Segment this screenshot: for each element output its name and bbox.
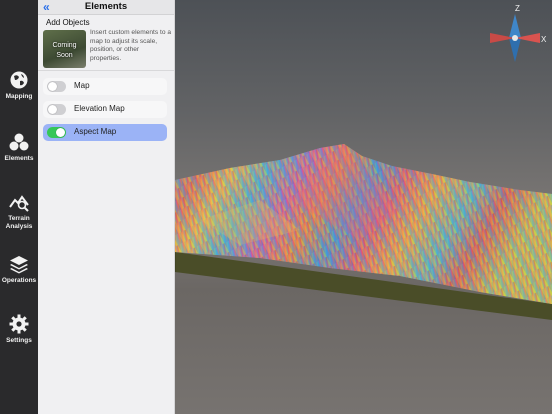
rail-item-elements[interactable]: Elements	[0, 132, 38, 163]
z-axis-up-icon	[509, 14, 521, 38]
globe-icon	[10, 71, 28, 89]
rail-label-elements: Elements	[4, 155, 34, 162]
toggle-row-aspect-map[interactable]: Aspect Map	[43, 124, 167, 141]
layers-icon	[10, 256, 28, 274]
rail-item-settings[interactable]: Settings	[0, 314, 38, 345]
aspect-map-toggle-switch[interactable]	[47, 127, 66, 138]
elevation-map-toggle-label: Elevation Map	[74, 104, 125, 113]
panel-title: Elements	[84, 1, 128, 12]
coming-soon-label: Coming Soon	[52, 42, 77, 59]
z-axis-label: Z	[515, 4, 520, 13]
gear-icon	[9, 314, 29, 334]
rail-item-mapping[interactable]: Mapping	[0, 70, 38, 101]
divider	[38, 70, 174, 71]
rail-label-settings: Settings	[6, 337, 32, 344]
z-axis-down-icon	[509, 38, 521, 62]
rail-label-terrain-analysis: Terrain Analysis	[5, 215, 33, 230]
rail-label-mapping: Mapping	[5, 93, 33, 100]
elevation-map-toggle-switch[interactable]	[47, 104, 66, 115]
gizmo-center	[512, 35, 518, 41]
add-objects-description: Insert custom elements to a map to adjus…	[90, 29, 171, 62]
left-nav-rail: Mapping Elements Terrain Analysis Operat…	[0, 0, 38, 414]
axis-gizmo[interactable]: Z X	[488, 2, 550, 64]
elements-icon	[9, 133, 29, 151]
aspect-map-toggle-label: Aspect Map	[74, 127, 117, 136]
rail-label-operations: Operations	[1, 277, 37, 284]
elements-panel: « Elements Add Objects Coming Soon Inser…	[38, 0, 175, 414]
x-axis-label: X	[541, 35, 547, 44]
toggle-row-elevation-map[interactable]: Elevation Map	[43, 101, 167, 118]
toggle-row-map[interactable]: Map	[43, 78, 167, 95]
panel-header: « Elements	[38, 0, 174, 15]
map-toggle-label: Map	[74, 81, 90, 90]
terrain-analysis-icon	[9, 195, 29, 212]
add-objects-card[interactable]: Add Objects Coming Soon Insert custom el…	[38, 15, 174, 70]
add-objects-thumbnail: Coming Soon	[43, 30, 86, 68]
map-toggle-switch[interactable]	[47, 81, 66, 92]
rail-item-operations[interactable]: Operations	[0, 254, 38, 285]
add-objects-title: Add Objects	[46, 18, 90, 27]
rail-item-terrain-analysis[interactable]: Terrain Analysis	[0, 192, 38, 230]
